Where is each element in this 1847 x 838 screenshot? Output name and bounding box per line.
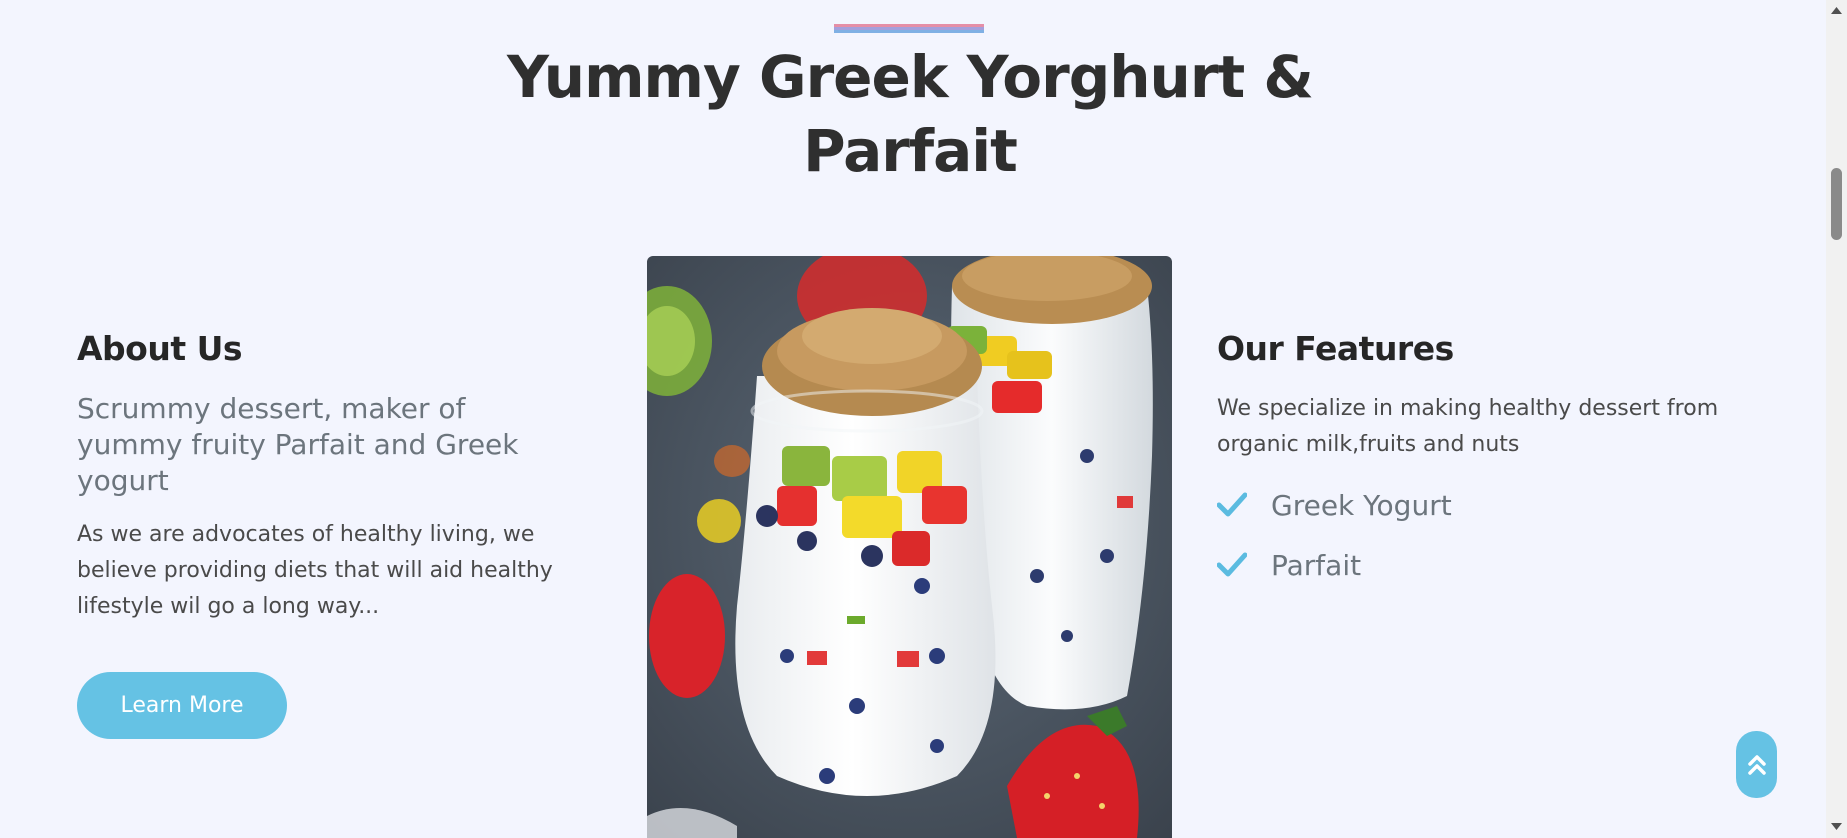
page-title-line1: Yummy Greek Yorghurt & — [507, 43, 1314, 111]
about-body: As we are advocates of healthy living, w… — [77, 522, 553, 619]
feature-item-greek-yogurt: Greek Yogurt — [1217, 475, 1777, 535]
feature-item-parfait: Parfait — [1217, 535, 1777, 595]
title-accent-bar — [834, 24, 984, 33]
scroll-up-arrow-icon[interactable] — [1831, 6, 1842, 15]
about-section: About Us Scrummy dessert, maker of yummy… — [77, 325, 617, 739]
scroll-to-top-button[interactable] — [1736, 731, 1777, 798]
feature-item-label: Parfait — [1271, 548, 1362, 582]
parfait-photo — [647, 256, 1172, 838]
double-chevron-up-icon — [1747, 754, 1766, 775]
about-heading: About Us — [77, 329, 243, 368]
feature-item-label: Greek Yogurt — [1271, 488, 1452, 522]
page-scrollbar[interactable] — [1826, 0, 1847, 838]
page: Yummy Greek Yorghurt & Parfait About Us … — [0, 0, 1826, 838]
features-section: Our Features We specialize in making hea… — [1217, 325, 1777, 595]
parfait-photo-illustration — [647, 256, 1172, 838]
features-body: We specialize in making healthy dessert … — [1217, 396, 1719, 457]
page-title: Yummy Greek Yorghurt & Parfait — [450, 40, 1370, 188]
about-subtitle: Scrummy dessert, maker of yummy fruity P… — [77, 392, 519, 497]
page-title-line2: Parfait — [803, 117, 1018, 185]
features-heading: Our Features — [1217, 329, 1454, 368]
learn-more-button[interactable]: Learn More — [77, 672, 287, 739]
scrollbar-thumb[interactable] — [1831, 168, 1842, 240]
scroll-down-arrow-icon[interactable] — [1831, 822, 1842, 831]
features-list: Greek Yogurt Parfait — [1217, 475, 1777, 595]
check-icon — [1217, 552, 1247, 577]
check-icon — [1217, 492, 1247, 517]
